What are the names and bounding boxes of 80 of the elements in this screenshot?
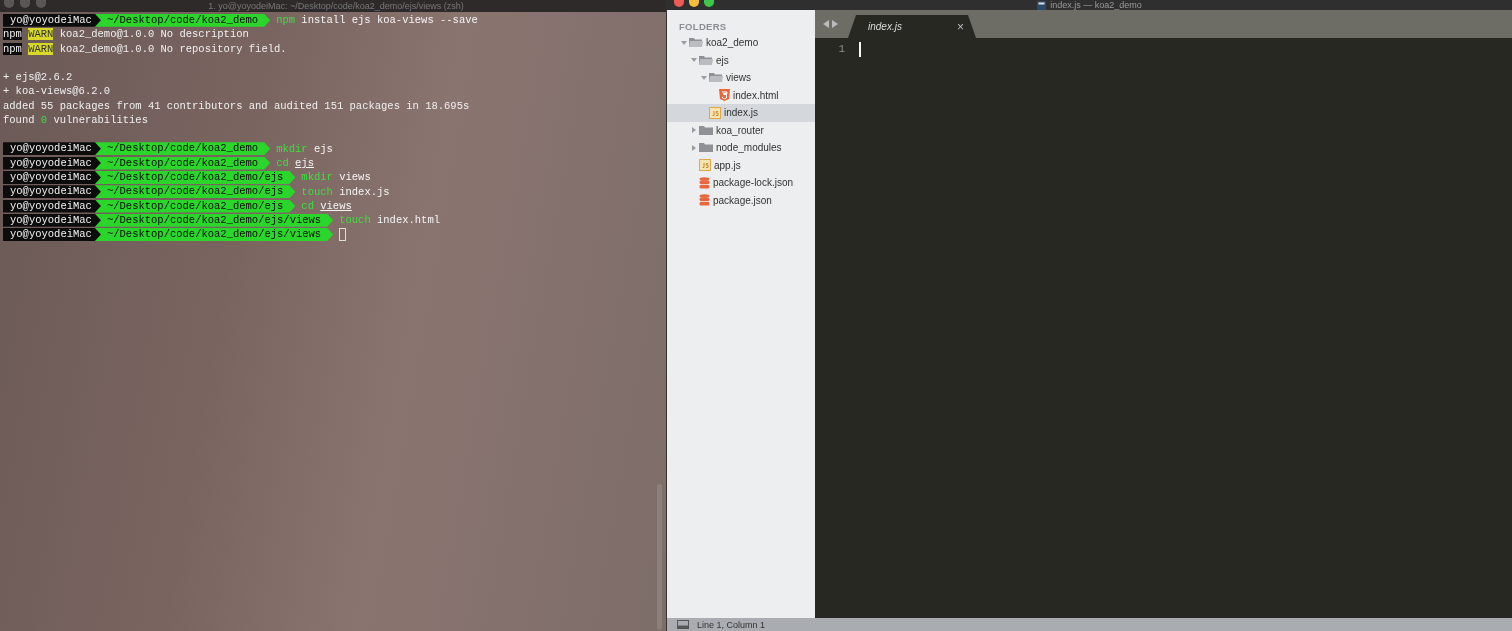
output-text: vulnerabilities	[53, 114, 148, 127]
document-icon	[1037, 0, 1047, 10]
output-text: koa2_demo@1.0.0 No repository field.	[59, 42, 287, 55]
folder-icon	[709, 72, 723, 84]
expanded-arrow-icon[interactable]	[691, 57, 697, 64]
tree-item[interactable]: views	[667, 69, 815, 87]
command-text: npm	[276, 13, 296, 28]
tree-item[interactable]: koa_router	[667, 121, 815, 139]
prompt-path: ~/Desktop/code/koa2_demo/ejs/views	[94, 228, 334, 242]
command-text: cd	[276, 155, 289, 171]
output-text: koa2_demo@1.0.0 No description	[59, 28, 249, 41]
prompt-path: ~/Desktop/code/koa2_demo	[94, 13, 271, 27]
prompt-path: ~/Desktop/code/koa2_demo/ejs	[94, 185, 296, 199]
prompt-user: yo@yoyodeiMac	[3, 13, 101, 27]
argument-text: views	[339, 170, 371, 185]
terminal-title: 1. yo@yoyodeiMac: ~/Desktop/code/koa2_demo/ejs/views (zsh)	[207, 0, 465, 12]
prompt-user: yo@yoyodeiMac	[3, 142, 101, 156]
tree-item[interactable]: node_modules	[667, 139, 815, 157]
argument-text: ejs	[295, 155, 314, 171]
panel-icon[interactable]	[677, 620, 689, 629]
npm-label: npm	[3, 28, 22, 41]
folder-icon	[689, 37, 703, 49]
database-file-icon	[699, 176, 710, 189]
collapsed-arrow-icon[interactable]	[691, 144, 697, 151]
prompt-path: ~/Desktop/code/koa2_demo	[94, 142, 271, 156]
back-arrow-icon[interactable]	[823, 20, 829, 28]
forward-arrow-icon[interactable]	[832, 20, 838, 28]
js-file-icon	[709, 106, 721, 119]
command-text: touch	[301, 184, 333, 199]
tree-item[interactable]: ejs	[667, 51, 815, 69]
prompt-user: yo@yoyodeiMac	[3, 199, 101, 213]
tree-item[interactable]: package-lock.json	[667, 174, 815, 192]
count-text: 0	[40, 114, 48, 127]
expanded-arrow-icon[interactable]	[681, 39, 687, 46]
warn-label: WARN	[28, 28, 54, 41]
prompt-path: ~/Desktop/code/koa2_demo/ejs	[94, 170, 296, 184]
argument-text: ejs	[313, 141, 333, 156]
code-area[interactable]: 1	[815, 38, 1512, 618]
window-title: index.js — koa2_demo	[1050, 0, 1142, 10]
command-text: cd	[301, 198, 314, 214]
expanded-arrow-icon[interactable]	[701, 74, 707, 81]
prompt-user: yo@yoyodeiMac	[3, 156, 101, 170]
prompt-user: yo@yoyodeiMac	[3, 213, 101, 227]
folder-icon	[699, 124, 713, 136]
cursor-position: Line 1, Column 1	[697, 619, 766, 630]
sidebar-heading: FOLDERS	[678, 20, 728, 34]
prompt-user: yo@yoyodeiMac	[3, 185, 101, 199]
tree-item[interactable]: package.json	[667, 191, 815, 209]
line-number: 1	[837, 42, 845, 57]
npm-label: npm	[3, 42, 22, 55]
argument-text: index.html	[377, 213, 440, 228]
command-text: touch	[339, 213, 371, 228]
prompt-user: yo@yoyodeiMac	[3, 228, 101, 242]
output-text: + koa-views@6.2.0	[3, 85, 111, 98]
folder-icon	[699, 142, 713, 154]
command-text: mkdir	[301, 170, 333, 185]
warn-label: WARN	[28, 42, 54, 55]
output-text: found	[3, 114, 35, 127]
argument-text: index.js	[339, 184, 390, 199]
tree-item[interactable]: koa2_demo	[667, 34, 815, 52]
output-text: + ejs@2.6.2	[3, 71, 73, 84]
output-text: added 55 packages from 41 contributors and audited 151 packages in 18.695s	[3, 99, 470, 112]
folder-icon	[699, 54, 713, 66]
tree-item[interactable]: index.html	[667, 86, 815, 104]
close-tab-button[interactable]: ×	[957, 19, 964, 34]
command-text: mkdir	[276, 141, 308, 156]
prompt-path: ~/Desktop/code/koa2_demo	[94, 156, 271, 170]
prompt-path: ~/Desktop/code/koa2_demo/ejs/views	[94, 213, 334, 227]
js-file-icon	[699, 159, 711, 172]
argument-text: views	[320, 198, 352, 214]
collapsed-arrow-icon[interactable]	[691, 127, 697, 134]
argument-text: install ejs koa-views --save	[301, 13, 478, 28]
prompt-user: yo@yoyodeiMac	[3, 170, 101, 184]
prompt-path: ~/Desktop/code/koa2_demo/ejs	[94, 199, 296, 213]
tree-item[interactable]: app.js	[667, 156, 815, 174]
text-cursor	[859, 42, 861, 57]
database-file-icon	[699, 194, 710, 207]
editor-tab[interactable]: index.js ×	[848, 15, 976, 38]
html-file-icon	[719, 89, 730, 102]
tree-item[interactable]: index.js	[667, 104, 815, 122]
